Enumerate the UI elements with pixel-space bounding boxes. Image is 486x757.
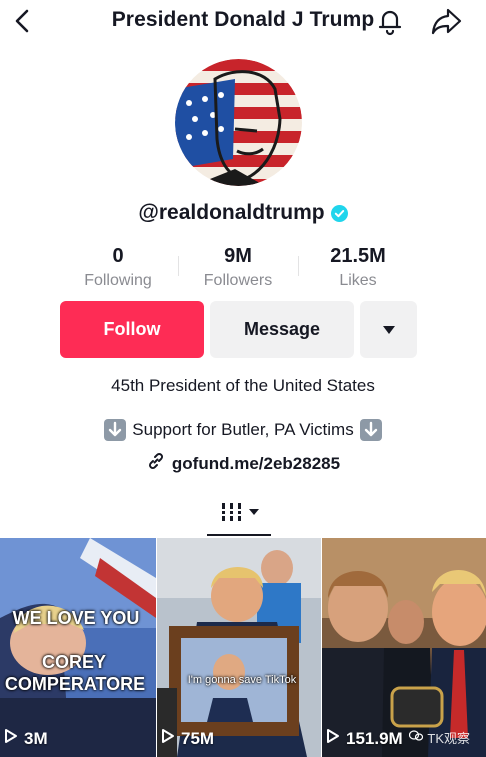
follow-button[interactable]: Follow [60,301,204,358]
support-text: Support for Butler, PA Victims [132,420,354,439]
followers-label: Followers [203,272,273,289]
view-count: 75M [161,728,214,749]
handle-row: @realdonaldtrump [0,201,486,225]
support-line: Support for Butler, PA Victims [0,419,486,441]
watermark-icon [409,730,424,745]
likes-label: Likes [339,272,377,289]
profile-stats: 0 Following 9M Followers 21.5M Likes [58,244,418,294]
views-label: 75M [181,728,215,748]
video-thumbnail[interactable]: 151.9M TK观察 [322,538,486,757]
page-title: President Donald J Trump [111,8,375,31]
followers-count: 9M [224,245,252,267]
following-count: 0 [112,245,124,267]
play-icon [161,728,175,749]
avatar[interactable] [175,59,302,186]
down-arrow-icon [104,419,127,441]
video-caption: I'm gonna save TikTok [187,674,297,686]
stat-likes[interactable]: 21.5M Likes [298,244,418,290]
play-icon [4,728,18,749]
views-label: 151.9M [346,728,403,748]
top-bar: President Donald J Trump [0,0,486,44]
video-image [157,538,321,757]
tab-indicator [207,534,271,536]
verified-badge-icon [330,204,348,222]
video-thumbnail[interactable]: I'm gonna save TikTok 75M [157,538,321,757]
watermark: TK观察 [409,728,470,747]
profile-link[interactable]: gofund.me/2eb28285 [0,451,486,476]
view-count: 3M [4,728,48,749]
video-image [0,538,156,757]
link-icon [146,451,166,476]
bell-icon[interactable] [374,5,406,37]
more-dropdown-button[interactable] [360,301,417,358]
username: @realdonaldtrump [138,201,325,224]
stat-followers[interactable]: 9M Followers [178,244,298,290]
video-caption: COMPERATORE [4,674,146,694]
video-image [322,538,486,757]
view-count: 151.9M [326,728,403,749]
play-icon [326,728,340,749]
caret-down-icon [382,319,396,340]
down-arrow-icon [359,419,382,441]
share-icon[interactable] [430,6,464,36]
following-label: Following [84,272,152,289]
bio: 45th President of the United States [111,376,375,395]
stat-following[interactable]: 0 Following [58,244,178,290]
video-caption: WE LOVE YOU [12,608,140,628]
likes-count: 21.5M [330,245,386,267]
views-label: 3M [24,728,48,748]
video-thumbnail[interactable]: WE LOVE YOU COREY COMPERATORE 3M [0,538,156,757]
message-button[interactable]: Message [210,301,354,358]
video-grid: WE LOVE YOU COREY COMPERATORE 3M I'm gon… [0,538,486,757]
watermark-text: TK观察 [427,731,470,746]
link-text: gofund.me/2eb28285 [171,453,341,473]
video-caption: COREY [41,652,106,672]
videos-tab[interactable] [218,500,264,524]
